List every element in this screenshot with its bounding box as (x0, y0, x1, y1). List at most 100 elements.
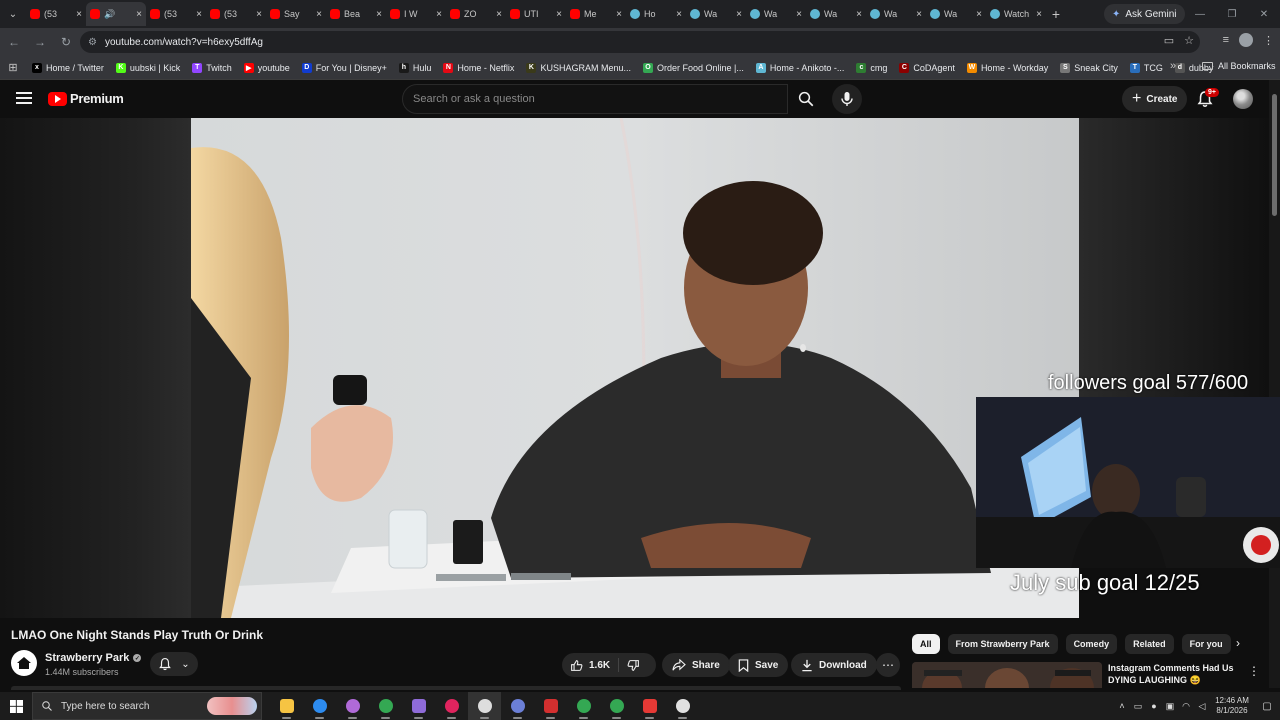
recommendation-title[interactable]: Instagram Comments Had Us DYING LAUGHING… (1108, 662, 1238, 686)
account-avatar[interactable] (1233, 89, 1253, 109)
browser-tab[interactable]: I W × (386, 2, 446, 26)
browser-menu-icon[interactable]: ⋮ (1263, 34, 1274, 47)
bookmark-item[interactable]: Kuubski | Kick (110, 62, 186, 73)
close-tab-icon[interactable]: × (676, 9, 682, 20)
tab-search-chevron-icon[interactable]: ⌄ (0, 0, 26, 28)
microphone-icon[interactable]: ● (1146, 701, 1162, 711)
bookmark-item[interactable]: T Twitch (186, 62, 238, 73)
speaker-icon[interactable]: 🔊 (104, 9, 115, 20)
taskbar-app-file-explorer[interactable] (270, 692, 303, 720)
close-tab-icon[interactable]: × (136, 9, 142, 20)
new-tab-button[interactable]: + (1046, 6, 1066, 22)
taskbar-app-app-circle[interactable] (501, 692, 534, 720)
close-tab-icon[interactable]: × (436, 9, 442, 20)
bookmark-item[interactable]: A Home - Anikoto -... (750, 62, 851, 73)
browser-tab[interactable]: Wa × (746, 2, 806, 26)
filter-chip[interactable]: From Strawberry Park (947, 634, 1058, 654)
browser-tab[interactable]: (53 × (26, 2, 86, 26)
create-button[interactable]: + Create (1122, 86, 1188, 112)
close-tab-icon[interactable]: × (556, 9, 562, 20)
reload-icon[interactable]: ↻ (54, 30, 78, 54)
browser-tab[interactable]: (53 × (206, 2, 266, 26)
taskbar-app-chrome[interactable] (369, 692, 402, 720)
browser-tab[interactable]: 🔊 × (86, 2, 146, 26)
browser-tab[interactable]: UTI × (506, 2, 566, 26)
site-info-icon[interactable]: ⚙ (88, 37, 97, 48)
cast-icon[interactable]: ▭ (1164, 34, 1174, 47)
search-input[interactable] (413, 93, 787, 105)
taskbar-app-xbox[interactable] (402, 692, 435, 720)
chevron-up-icon[interactable]: ˄ (1114, 701, 1130, 711)
bookmark-item[interactable]: ▶ youtube (238, 62, 296, 73)
bookmark-item[interactable]: c cmg (850, 62, 893, 73)
close-tab-icon[interactable]: × (76, 9, 82, 20)
filter-chip[interactable]: All (912, 634, 940, 654)
close-tab-icon[interactable]: × (916, 9, 922, 20)
taskbar-app-app-red[interactable] (534, 692, 567, 720)
bookmark-item[interactable]: K KUSHAGRAM Menu... (520, 62, 637, 73)
browser-tab[interactable]: Wa × (866, 2, 926, 26)
guide-menu-icon[interactable] (16, 92, 32, 104)
taskbar-app-app-purple[interactable] (336, 692, 369, 720)
taskbar-app-app-a[interactable] (633, 692, 666, 720)
bookmark-item[interactable]: C CoDAgent (893, 62, 961, 73)
browser-tab[interactable]: Wa × (806, 2, 866, 26)
browser-tab[interactable]: (53 × (146, 2, 206, 26)
notifications-icon[interactable]: ▢ (1254, 701, 1280, 712)
network-icon[interactable]: ▭ (1130, 701, 1146, 712)
bookmark-item[interactable]: x Home / Twitter (26, 62, 110, 73)
share-button[interactable]: Share (662, 653, 730, 677)
more-actions-button[interactable]: ⋯ (876, 653, 900, 677)
browser-tab[interactable]: Watch × (986, 2, 1046, 26)
taskbar-app-clock-app[interactable] (666, 692, 699, 720)
bookmark-item[interactable]: W Home - Workday (961, 62, 1054, 73)
restore-icon[interactable]: ❐ (1216, 0, 1248, 28)
close-tab-icon[interactable]: × (496, 9, 502, 20)
taskbar-app-obs[interactable] (468, 692, 501, 720)
bookmark-item[interactable]: h Hulu (393, 62, 438, 73)
profile-icon[interactable] (1239, 33, 1253, 47)
browser-tab[interactable]: Wa × (686, 2, 746, 26)
chevron-right-icon[interactable]: › (1236, 636, 1240, 650)
omnibox[interactable]: ⚙ youtube.com/watch?v=h6exy5dffAg ▭ ☆ (80, 31, 1200, 53)
close-tab-icon[interactable]: × (1036, 9, 1042, 20)
close-tab-icon[interactable]: × (616, 9, 622, 20)
filter-chip[interactable]: Related (1125, 634, 1174, 654)
browser-tab[interactable]: Bea × (326, 2, 386, 26)
bookmark-item[interactable]: T TCG (1124, 62, 1169, 73)
recommendation-menu-icon[interactable]: ⋮ (1248, 664, 1260, 678)
bookmarks-overflow-icon[interactable]: » (1170, 60, 1176, 72)
all-bookmarks-button[interactable]: All Bookmarks (1202, 61, 1276, 71)
media-control-icon[interactable]: ≡ (1223, 34, 1229, 46)
filter-chip[interactable]: For you (1181, 634, 1231, 654)
bookmark-star-icon[interactable]: ☆ (1184, 34, 1194, 47)
minimize-icon[interactable]: — (1184, 0, 1216, 28)
start-button[interactable] (0, 692, 32, 720)
channel-name-label[interactable]: Strawberry Park (45, 652, 129, 664)
recommendation-thumbnail[interactable] (912, 662, 1102, 688)
close-tab-icon[interactable]: × (196, 9, 202, 20)
youtube-premium-logo[interactable]: Premium (48, 91, 124, 106)
back-icon[interactable]: ← (2, 30, 26, 54)
browser-tab[interactable]: Say × (266, 2, 326, 26)
taskbar-search[interactable] (32, 692, 262, 720)
browser-tab[interactable]: Me × (566, 2, 626, 26)
close-tab-icon[interactable]: × (976, 9, 982, 20)
close-tab-icon[interactable]: × (856, 9, 862, 20)
save-button[interactable]: Save (728, 653, 789, 677)
bookmark-item[interactable]: D For You | Disney+ (296, 62, 393, 73)
taskbar-app-chrome-3[interactable] (600, 692, 633, 720)
volume-icon[interactable]: ◁ (1194, 701, 1210, 712)
browser-tab[interactable]: Wa × (926, 2, 986, 26)
channel-name[interactable]: Strawberry Park ✓ (45, 652, 142, 664)
subscription-notifications-button[interactable]: ⌄ (150, 652, 198, 676)
bookmark-item[interactable]: N Home - Netflix (437, 62, 520, 73)
taskbar-app-youtube-app[interactable] (435, 692, 468, 720)
display-icon[interactable]: ▣ (1162, 701, 1178, 712)
taskbar-app-app-blue[interactable] (303, 692, 336, 720)
page-scrollbar[interactable] (1269, 80, 1280, 688)
close-tab-icon[interactable]: × (796, 9, 802, 20)
taskbar-search-input[interactable] (61, 700, 201, 712)
filter-chip[interactable]: Comedy (1065, 634, 1118, 654)
close-tab-icon[interactable]: × (376, 9, 382, 20)
